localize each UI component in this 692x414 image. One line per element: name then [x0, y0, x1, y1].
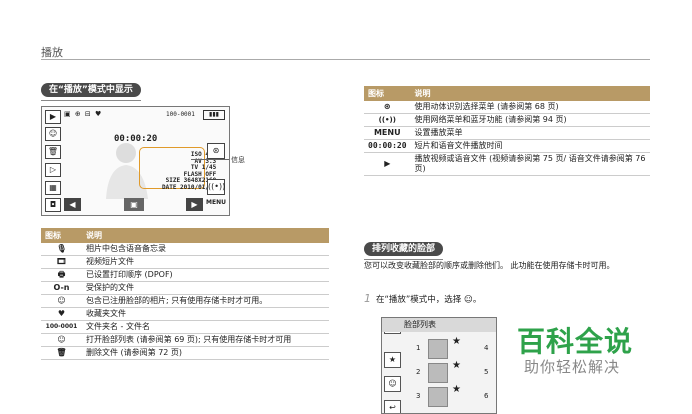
playback-time: 00:00:20 — [114, 134, 158, 144]
face-row[interactable]: 3 ★ 6 — [404, 384, 492, 407]
motion-recognition-icon[interactable]: ⊛ — [207, 143, 225, 159]
next-button[interactable]: ▶ — [186, 198, 203, 211]
status-icons: ▣ ⊕ ⊟ ♥ — [64, 110, 103, 118]
step-text: 在“播放”模式中，选择 ☺。 — [376, 295, 482, 305]
header-rule — [41, 59, 650, 60]
face-row[interactable]: 2 ★ 5 — [404, 360, 492, 383]
col-desc: 说明 — [82, 228, 329, 243]
table-row: 🖶 已设置打印顺序 (DPOF) — [41, 268, 329, 282]
watermark-title: 百科全说 — [517, 325, 634, 358]
table-row: 🎞 视频短片文件 — [41, 255, 329, 269]
table-row: ((•)) 使用网络菜单和蓝牙功能 (请参阅第 94 页) — [364, 113, 650, 127]
camera-mode-button[interactable]: ▣ — [124, 198, 144, 211]
table-row: ☺ 包含已注册脸部的相片; 只有使用存储卡时才可用。 — [41, 294, 329, 308]
watermark-subtitle: 助你轻松解决 — [524, 358, 621, 376]
col-icon: 图标 — [364, 86, 411, 101]
face-edit-icon[interactable]: ☺ — [384, 376, 401, 392]
face-list-title: 脸部列表 — [382, 318, 496, 332]
callout-line — [191, 159, 229, 160]
thumbnail-icon[interactable]: ▦ — [45, 181, 61, 195]
camera-screen-mock: ▶ ☺ 🗑 ▷ ▦ ◘ ▣ ⊕ ⊟ ♥ 100-0001 ▮▮▮ 00:00:2… — [41, 106, 230, 216]
battery-icon: ▮▮▮ — [203, 110, 225, 120]
table-row: ♥ 收藏夹文件 — [41, 307, 329, 321]
face-row[interactable]: 1 ★ 4 — [404, 336, 492, 359]
table-row: ☺ 打开脸部列表 (请参阅第 69 页); 只有使用存储卡时才可用 — [41, 333, 329, 347]
table-row: MENU 设置播放菜单 — [364, 126, 650, 140]
info-callout: 信息 — [231, 156, 245, 164]
favorite-icon[interactable]: ★ — [384, 352, 401, 368]
table-row: 🎙 相片中包含语音备忘录 — [41, 243, 329, 256]
table-row: O-n 受保护的文件 — [41, 281, 329, 295]
step-number: 1 — [364, 292, 371, 305]
table-row: 🗑 删除文件 (请参阅第 72 页) — [41, 346, 329, 360]
col-icon: 图标 — [41, 228, 82, 243]
face-list-icon[interactable]: ☺ — [45, 127, 61, 141]
icon-table-left: 图标 说明 🎙 相片中包含语音备忘录 🎞 视频短片文件 🖶 已设置打印顺序 (DPOF… — [41, 228, 329, 360]
table-row: ▶ 播放视频或语音文件 (视频请参阅第 75 页/ 语音文件请参阅第 76 页) — [364, 152, 650, 176]
face-list-screen: ☺ 脸部列表 ★ ☺ ↩ 1★4 2★5 3★6 — [381, 317, 497, 414]
wireless-icon[interactable]: ((•)) — [207, 179, 225, 195]
slideshow-icon[interactable]: ▷ — [45, 163, 61, 177]
section-pill-playback-display: 在“播放”模式中显示 — [41, 83, 141, 101]
play-mode-icon: ▶ — [45, 110, 61, 124]
icon-table-right: 图标 说明 ⊛ 使用动体识别选择菜单 (请参阅第 68 页) ((•)) 使用网络菜… — [364, 86, 650, 176]
page-header: 播放 — [41, 46, 63, 59]
section-pill-sort-faces: 排列收藏的脸部 — [364, 242, 444, 260]
prev-button[interactable]: ◀ — [64, 198, 81, 211]
delete-icon[interactable]: 🗑 — [45, 145, 61, 159]
table-row: 100-0001 文件夹名 - 文件名 — [41, 320, 329, 334]
table-row: 00:00:20 短片和语音文件播放时间 — [364, 139, 650, 153]
file-number: 100-0001 — [166, 111, 195, 118]
col-desc: 说明 — [410, 86, 650, 101]
table-row: ⊛ 使用动体识别选择菜单 (请参阅第 68 页) — [364, 101, 650, 114]
section-description: 您可以改变收藏脸部的顺序或删除他们。 此功能在使用存储卡时可用。 — [364, 261, 615, 270]
menu-label[interactable]: MENU — [206, 199, 226, 206]
display-icon[interactable]: ◘ — [45, 198, 61, 212]
step-1: 1 在“播放”模式中，选择 ☺。 — [364, 292, 481, 305]
